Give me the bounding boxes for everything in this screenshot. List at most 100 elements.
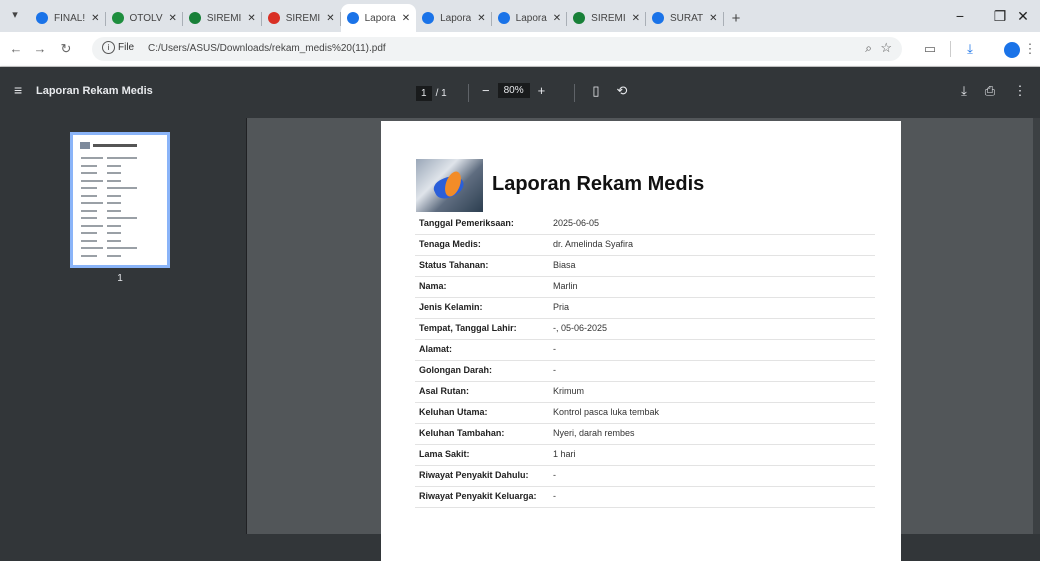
downloads-icon[interactable]: ⤓: [962, 41, 978, 57]
thumbnail-line: [107, 232, 121, 234]
thumbnail-page-number: 1: [117, 273, 123, 284]
record-value: Marlin: [553, 281, 578, 291]
record-label: Asal Rutan:: [419, 386, 470, 396]
browser-tab[interactable]: SIREMI ✕: [262, 4, 341, 32]
record-row: Riwayat Penyakit Keluarga: -: [415, 486, 875, 508]
thumbnail-heading: [93, 144, 137, 147]
fit-page-icon[interactable]: ▯: [588, 83, 604, 99]
tab-separator: [722, 12, 724, 26]
chrome-menu-icon[interactable]: ⋮: [1022, 41, 1038, 57]
site-info-chip[interactable]: i File: [102, 41, 134, 54]
print-icon[interactable]: ⎙: [982, 83, 998, 99]
zoom-level-input[interactable]: 80%: [497, 83, 530, 98]
record-label: Keluhan Tambahan:: [419, 428, 505, 438]
browser-tab[interactable]: FINAL! ✕: [30, 4, 106, 32]
minimize-button[interactable]: −: [940, 0, 980, 32]
record-row: Tempat, Tanggal Lahir: -, 05-06-2025: [415, 318, 875, 340]
record-value: -: [553, 491, 556, 501]
record-row: Keluhan Utama: Kontrol pasca luka tembak: [415, 402, 875, 424]
record-value: Biasa: [553, 260, 576, 270]
record-value: 2025-06-05: [553, 218, 600, 228]
tab-favicon-icon: [422, 12, 435, 24]
reload-icon[interactable]: ↻: [58, 41, 74, 57]
record-label: Status Tahanan:: [419, 260, 489, 270]
tab-close-icon[interactable]: ✕: [91, 13, 99, 24]
thumbnail-line: [81, 247, 103, 249]
browser-tab[interactable]: Lapora ✕: [416, 4, 492, 32]
page-total: / 1: [435, 87, 447, 99]
tab-favicon-icon: [497, 12, 510, 24]
tab-close-icon[interactable]: ✕: [169, 13, 177, 24]
thumbnail-line: [107, 164, 121, 167]
download-icon[interactable]: ⤓: [956, 83, 972, 99]
record-row: Riwayat Penyakit Dahulu: -: [415, 465, 875, 487]
record-label: Keluhan Utama:: [419, 407, 488, 417]
thumbnail-line: [81, 179, 103, 182]
browser-tab[interactable]: SIREMI ✕: [567, 4, 647, 32]
thumbnail-line: [81, 224, 103, 227]
tab-strip: ▾ FINAL! ✕ OTOLV ✕ SIREMI ✕ SIREMI ✕ Lapora ✕ Lapo…: [0, 0, 1040, 32]
thumbnail-line: [107, 209, 121, 212]
tab-title: Lapora: [364, 12, 396, 24]
thumbnail-line: [107, 247, 137, 249]
tab-favicon-icon: [111, 12, 124, 24]
tab-close-icon[interactable]: ✕: [477, 13, 485, 24]
bookmark-star-icon[interactable]: ☆: [880, 40, 892, 56]
tab-list: FINAL! ✕ OTOLV ✕ SIREMI ✕ SIREMI ✕ Lapora ✕ Lapora…: [30, 2, 748, 32]
browser-tab[interactable]: SURAT ✕: [646, 4, 724, 32]
more-actions-icon[interactable]: ⋮: [1012, 83, 1028, 99]
pdf-title: Laporan Rekam Medis: [36, 85, 153, 97]
sidebar-menu-icon[interactable]: ≡: [14, 83, 28, 97]
record-row: Nama: Marlin: [415, 276, 875, 298]
tab-title: SIREMI: [285, 12, 321, 24]
address-bar[interactable]: i File C:/Users/ASUS/Downloads/rekam_med…: [92, 37, 902, 61]
thumbnail-line: [81, 209, 97, 212]
record-label: Nama:: [419, 281, 447, 291]
thumbnail-line: [81, 254, 97, 257]
browser-tab[interactable]: Lapora ✕: [340, 4, 417, 32]
pdf-viewer[interactable]: Laporan Rekam Medis Tanggal Pemeriksaan:…: [247, 118, 1040, 561]
zoom-controls: − 80% +: [482, 83, 545, 98]
report-heading: Laporan Rekam Medis: [492, 173, 705, 195]
thumbnail-line: [81, 164, 97, 167]
page-thumbnail[interactable]: [70, 132, 170, 268]
zoom-out-button[interactable]: −: [482, 83, 490, 98]
viewer-scrollbar[interactable]: [1033, 118, 1040, 534]
thumbnail-line: [81, 187, 97, 189]
extensions-icon[interactable]: ▭: [922, 41, 938, 57]
tab-close-icon[interactable]: ✕: [402, 13, 410, 24]
rotate-icon[interactable]: ⟲: [614, 83, 630, 99]
tab-search-icon[interactable]: ▾: [8, 8, 22, 22]
tab-close-icon[interactable]: ✕: [247, 13, 255, 24]
tab-favicon-icon: [36, 12, 48, 24]
record-value: -: [553, 365, 556, 375]
record-value: dr. Amelinda Syafira: [553, 239, 634, 249]
new-tab-button[interactable]: +: [724, 4, 749, 32]
zoom-icon[interactable]: ⌕: [865, 41, 872, 56]
tab-close-icon[interactable]: ✕: [709, 13, 717, 24]
browser-tab[interactable]: SIREMI ✕: [183, 4, 262, 32]
record-value: -, 05-06-2025: [553, 323, 608, 333]
thumbnail-line: [107, 239, 121, 242]
zoom-in-button[interactable]: +: [538, 83, 546, 98]
tab-favicon-icon: [573, 12, 586, 24]
back-icon[interactable]: ←: [8, 41, 24, 57]
record-label: Riwayat Penyakit Keluarga:: [419, 491, 537, 501]
tab-close-icon[interactable]: ✕: [326, 13, 334, 24]
thumbnail-line: [81, 202, 103, 204]
profile-avatar[interactable]: [1004, 42, 1020, 58]
tab-close-icon[interactable]: ✕: [632, 13, 640, 24]
forward-icon[interactable]: →: [32, 41, 48, 57]
browser-tab[interactable]: Lapora ✕: [492, 4, 568, 32]
url-text[interactable]: C:/Users/ASUS/Downloads/rekam_medis%20(1…: [148, 43, 386, 54]
tab-favicon-icon: [267, 12, 280, 24]
close-window-button[interactable]: ✕: [1006, 0, 1040, 32]
tab-title: FINAL!: [54, 12, 86, 24]
record-value: -: [553, 344, 556, 354]
browser-tab[interactable]: OTOLV ✕: [106, 4, 183, 32]
record-label: Alamat:: [419, 344, 453, 354]
page-number-input[interactable]: 1: [416, 85, 432, 101]
tab-close-icon[interactable]: ✕: [553, 13, 561, 24]
thumbnail-line: [107, 217, 137, 219]
record-value: Pria: [553, 302, 570, 312]
